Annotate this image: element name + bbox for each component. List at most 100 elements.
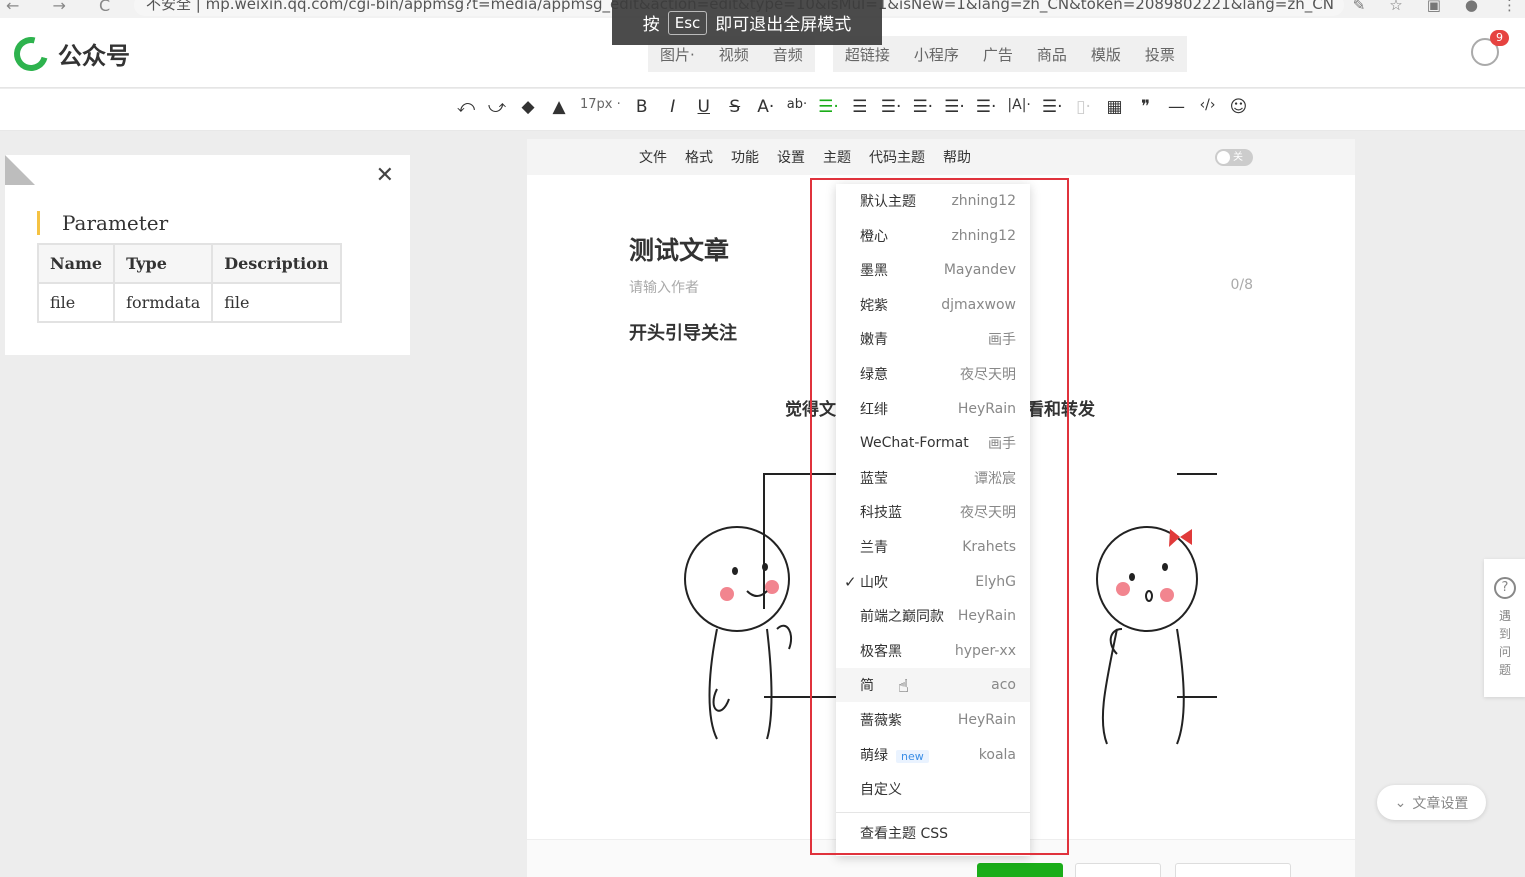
paragraph-spacing-icon[interactable]: ☰· <box>912 97 933 117</box>
theme-name: 橙心 <box>860 228 888 245</box>
menu-code-theme[interactable]: 代码主题 <box>869 147 925 167</box>
menu-help[interactable]: 帮助 <box>943 147 971 167</box>
theme-item-rose-purple[interactable]: 蔷薇紫 HeyRain <box>836 703 1030 737</box>
insert-audio-tab[interactable]: 音频 <box>761 44 815 65</box>
notification-icon[interactable]: 9 <box>1471 30 1509 66</box>
table-header: Name <box>36 243 116 284</box>
close-icon[interactable]: ✕ <box>376 163 394 188</box>
theme-item-cyan[interactable]: 嫩青 画手 <box>836 322 1030 356</box>
theme-item-geek-black[interactable]: 极客黑 hyper-xx <box>836 634 1030 668</box>
background-color-icon[interactable]: ab· <box>787 97 807 117</box>
menu-settings[interactable]: 设置 <box>777 147 805 167</box>
theme-item-red[interactable]: 红绯 HeyRain <box>836 392 1030 426</box>
theme-item-black[interactable]: 墨黑 Mayandev <box>836 253 1030 287</box>
insert-link-tab[interactable]: 超链接 <box>833 44 902 65</box>
publish-button[interactable] <box>1175 863 1291 877</box>
parameter-title: Parameter <box>37 211 168 235</box>
browser-extension-icons[interactable]: ✎ ☆ ▣ ● ⋮ <box>1329 0 1517 14</box>
format-painter-icon[interactable]: ▲ <box>549 97 569 117</box>
font-size-select[interactable]: 17px · <box>580 97 621 117</box>
parameter-table: Name Type Description file formdata file <box>36 243 342 323</box>
indent-icon[interactable]: ☰ <box>850 97 870 117</box>
theme-author: 夜尽天明 <box>960 367 1016 383</box>
code-icon[interactable]: ‹/› <box>1198 97 1218 117</box>
table-row: file formdata file <box>36 282 342 323</box>
font-color-icon[interactable]: A· <box>756 97 776 117</box>
redo-icon[interactable]: ⤻ <box>487 97 507 117</box>
body-text-left[interactable]: 觉得文 <box>785 395 836 420</box>
menu-file[interactable]: 文件 <box>639 147 667 167</box>
list-icon[interactable]: ☰· <box>1042 97 1063 117</box>
theme-item-lanqing[interactable]: 兰青 Krahets <box>836 530 1030 564</box>
theme-author: zhning12 <box>951 227 1016 244</box>
theme-item-custom[interactable]: 自定义 <box>836 772 1030 806</box>
divider-style-icon[interactable]: ▯· <box>1074 97 1094 117</box>
theme-item-green[interactable]: 绿意 夜尽天明 <box>836 357 1030 391</box>
menu-theme[interactable]: 主题 <box>823 147 851 167</box>
theme-item-orange[interactable]: 橙心 zhning12 <box>836 219 1030 253</box>
insert-miniprogram-tab[interactable]: 小程序 <box>902 44 971 65</box>
theme-name: 科技蓝 <box>860 505 902 522</box>
body-text-right[interactable]: 看和转发 <box>1027 395 1095 420</box>
theme-item-simple[interactable]: 简 ☝ aco <box>836 668 1030 703</box>
theme-item-tech-blue[interactable]: 科技蓝 夜尽天明 <box>836 495 1030 529</box>
view-theme-css[interactable]: 查看主题 CSS <box>836 816 1030 850</box>
theme-author: djmaxwow <box>941 296 1016 313</box>
theme-name: 前端之巅同款 <box>860 609 944 626</box>
table-icon[interactable]: ▦ <box>1105 97 1125 117</box>
author-char-count: 0/8 <box>1230 277 1253 293</box>
esc-key-hint: Esc <box>667 10 708 35</box>
undo-icon[interactable]: ⤺ <box>456 97 476 117</box>
theme-item-default[interactable]: 默认主题 zhning12 <box>836 184 1030 218</box>
bold-icon[interactable]: B <box>632 97 652 117</box>
theme-item-blue[interactable]: 蓝莹 谭淞宸 <box>836 461 1030 495</box>
theme-item-frontend[interactable]: 前端之巅同款 HeyRain <box>836 599 1030 633</box>
theme-name: 默认主题 <box>860 194 916 210</box>
underline-icon[interactable]: U <box>694 97 714 117</box>
theme-author: ElyhG <box>975 573 1016 590</box>
menu-format[interactable]: 格式 <box>685 147 713 167</box>
logo[interactable]: 公众号 <box>7 30 130 77</box>
insert-vote-tab[interactable]: 投票 <box>1133 44 1187 65</box>
insert-product-tab[interactable]: 商品 <box>1025 44 1079 65</box>
article-settings-button[interactable]: ⌄ 文章设置 <box>1377 785 1486 820</box>
insert-template-tab[interactable]: 模版 <box>1079 44 1133 65</box>
theme-author: HeyRain <box>957 400 1016 417</box>
text-indent-icon[interactable]: |A|· <box>1007 97 1030 117</box>
theme-item-cute-green[interactable]: 萌绿 new koala <box>836 738 1030 772</box>
preview-button[interactable] <box>1075 863 1161 877</box>
theme-item-purple[interactable]: 姹紫 djmaxwow <box>836 288 1030 322</box>
theme-item-shanchui[interactable]: ✓ 山吹 ElyhG <box>836 565 1030 599</box>
align-icon[interactable]: ☰· <box>881 97 902 117</box>
logo-text: 公众号 <box>58 42 130 70</box>
line-height-icon[interactable]: ☰· <box>944 97 965 117</box>
table-header: Description <box>211 243 342 284</box>
menu-function[interactable]: 功能 <box>731 147 759 167</box>
parameter-panel: ✕ Parameter Name Type Description file f… <box>5 155 410 355</box>
letter-spacing-icon[interactable]: ☰· <box>976 97 997 117</box>
align-justify-icon[interactable]: ☰· <box>818 97 839 117</box>
fullscreen-toast: 按 Esc 即可退出全屏模式 <box>612 0 882 45</box>
theme-author: zhning12 <box>951 193 1016 209</box>
lead-text[interactable]: 开头引导关注 <box>629 319 737 345</box>
article-settings-label: 文章设置 <box>1412 795 1469 812</box>
save-button[interactable] <box>977 863 1063 877</box>
article-title[interactable]: 测试文章 <box>629 231 729 267</box>
mode-toggle[interactable]: 关 <box>1215 149 1253 166</box>
theme-name: 自定义 <box>860 782 902 799</box>
horizontal-rule-icon[interactable]: — <box>1167 97 1187 117</box>
insert-image-tab[interactable]: 图片· <box>648 44 707 65</box>
fullscreen-hint-post: 即可退出全屏模式 <box>715 15 852 35</box>
insert-ad-tab[interactable]: 广告 <box>971 44 1025 65</box>
emoji-icon[interactable]: ☺ <box>1229 97 1249 117</box>
theme-item-wechat-format[interactable]: WeChat-Format 画手 <box>836 426 1030 460</box>
italic-icon[interactable]: I <box>663 97 683 117</box>
quote-icon[interactable]: ❞ <box>1136 97 1156 117</box>
help-widget[interactable]: ? 遇到问题 <box>1484 559 1525 697</box>
theme-author: hyper-xx <box>954 642 1016 659</box>
strikethrough-icon[interactable]: S <box>725 97 745 117</box>
eraser-icon[interactable]: ◆ <box>518 97 538 117</box>
author-input[interactable]: 请输入作者 <box>629 277 699 297</box>
theme-name: 墨黑 <box>860 263 888 280</box>
insert-video-tab[interactable]: 视频 <box>707 44 761 65</box>
